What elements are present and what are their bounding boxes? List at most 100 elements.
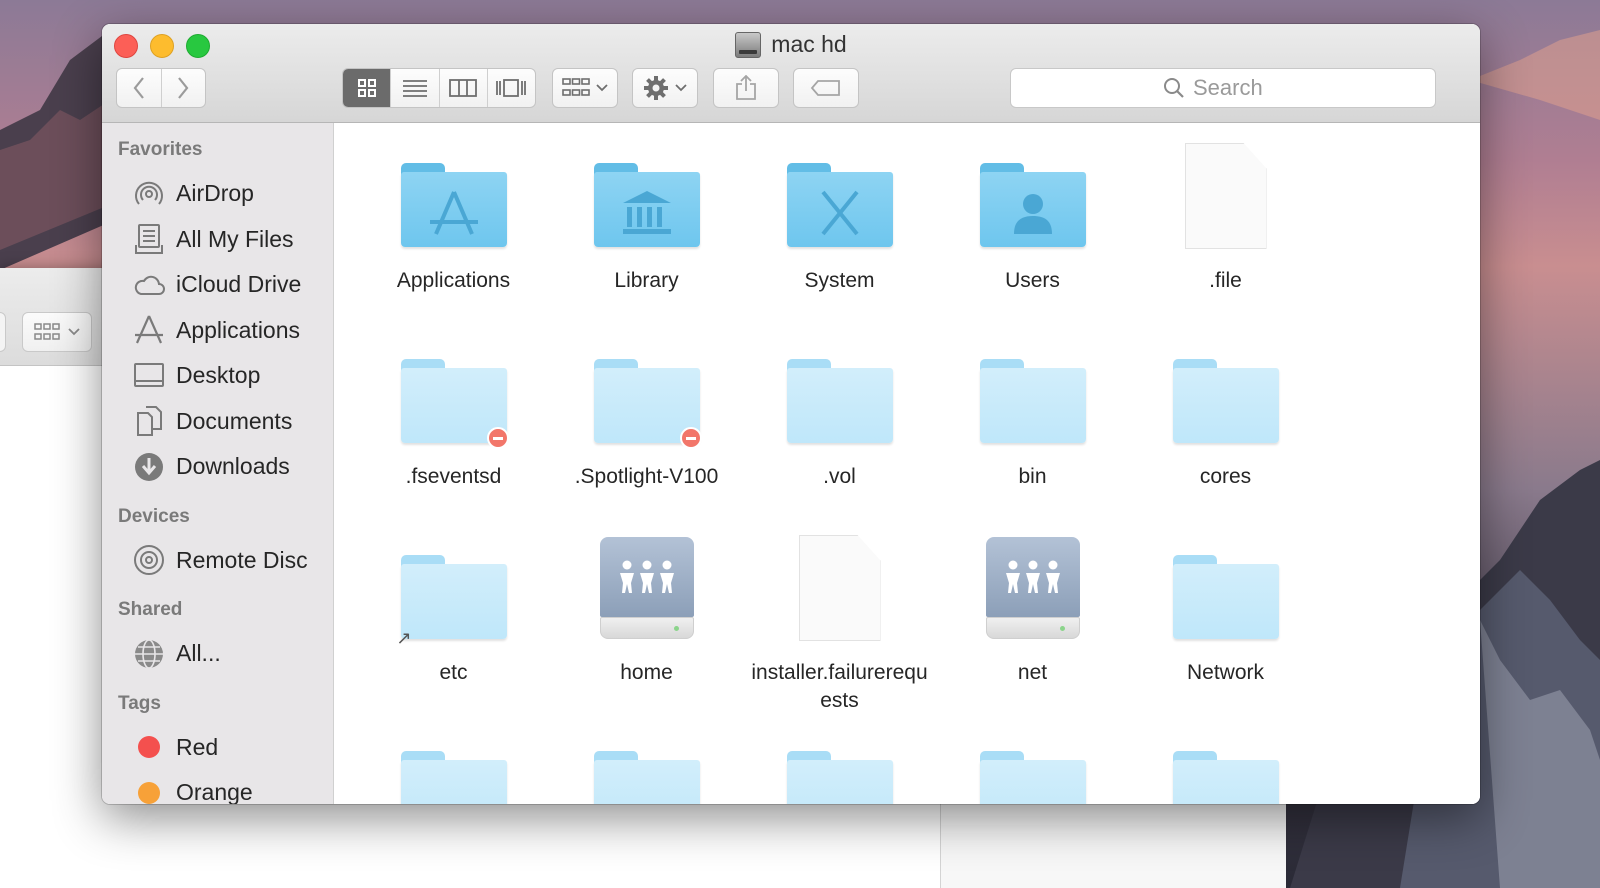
sidebar-item-applications[interactable]: Applications xyxy=(102,308,333,354)
action-button[interactable] xyxy=(632,68,698,108)
network-globe-icon xyxy=(132,637,166,671)
cover-flow-view-button[interactable] xyxy=(486,69,535,107)
file-browser-content: Applications Library System Users .file … xyxy=(335,123,1480,804)
file-item-bin[interactable]: bin xyxy=(936,333,1129,529)
sidebar-item-tag-red[interactable]: Red xyxy=(102,725,333,771)
file-item-installer-failurerequests[interactable]: installer.failurerequests xyxy=(743,529,936,725)
file-item-file[interactable]: .file xyxy=(1129,137,1322,333)
sidebar-item-label: Red xyxy=(176,733,219,760)
file-item-system[interactable]: System xyxy=(743,137,936,333)
sidebar-item-tag-orange[interactable]: Orange xyxy=(102,770,333,804)
sidebar-item-icloud-drive[interactable]: iCloud Drive xyxy=(102,262,333,308)
sidebar-item-downloads[interactable]: Downloads xyxy=(102,444,333,490)
file-item-partial[interactable] xyxy=(357,725,550,804)
view-mode-segmented-control xyxy=(342,68,536,108)
search-input[interactable] xyxy=(1193,75,1283,101)
file-item-spotlight[interactable]: .Spotlight-V100 xyxy=(550,333,743,529)
folder-icon xyxy=(587,333,707,449)
sidebar-item-airdrop[interactable]: AirDrop xyxy=(102,171,333,217)
folder-icon xyxy=(1166,333,1286,445)
file-item-users[interactable]: Users xyxy=(936,137,1129,333)
sidebar-item-documents[interactable]: Documents xyxy=(102,399,333,445)
file-item-partial[interactable] xyxy=(1129,725,1322,804)
no-access-badge-icon xyxy=(486,427,509,449)
search-field[interactable] xyxy=(1010,68,1436,108)
navigation-buttons xyxy=(116,68,206,108)
folder-icon xyxy=(780,725,900,804)
file-name: bin xyxy=(1018,465,1047,488)
list-view-button[interactable] xyxy=(390,69,438,107)
server-icon xyxy=(587,529,707,641)
sidebar-item-remote-disc[interactable]: Remote Disc xyxy=(102,538,333,584)
back-button[interactable] xyxy=(117,69,161,107)
disc-icon xyxy=(132,543,166,577)
no-access-badge-icon xyxy=(679,427,702,449)
file-item-applications[interactable]: Applications xyxy=(357,137,550,333)
chevron-left-icon xyxy=(133,77,144,99)
hard-disk-icon xyxy=(735,31,762,58)
file-item-cores[interactable]: cores xyxy=(1129,333,1322,529)
people-icon xyxy=(619,560,674,593)
arrange-grid-icon xyxy=(562,78,590,96)
sidebar-item-label: All... xyxy=(176,640,221,667)
sidebar-item-shared-all[interactable]: All... xyxy=(102,631,333,677)
share-button[interactable] xyxy=(713,68,779,108)
sidebar-item-label: Applications xyxy=(176,316,301,343)
icon-view-button[interactable] xyxy=(343,69,391,107)
chevron-right-icon xyxy=(178,77,189,99)
library-columns-icon xyxy=(594,185,700,241)
background-arrange-button[interactable] xyxy=(22,312,92,352)
file-name: cores xyxy=(1199,465,1252,488)
sidebar-item-label: Desktop xyxy=(176,362,261,389)
sidebar-item-label: Documents xyxy=(176,407,293,434)
folder-icon xyxy=(394,333,514,449)
file-name: home xyxy=(620,661,673,684)
file-name: System xyxy=(804,269,875,292)
sidebar-item-label: iCloud Drive xyxy=(176,271,302,298)
sidebar-item-desktop[interactable]: Desktop xyxy=(102,353,333,399)
folder-icon xyxy=(587,137,707,249)
column-view-button[interactable] xyxy=(438,69,487,107)
server-icon xyxy=(973,529,1093,641)
folder-icon xyxy=(973,137,1093,249)
folder-icon xyxy=(973,333,1093,445)
search-icon xyxy=(1164,78,1184,98)
background-window-button[interactable] xyxy=(0,312,6,352)
file-name: Network xyxy=(1186,661,1265,684)
file-item-partial[interactable] xyxy=(743,725,936,804)
file-item-partial[interactable] xyxy=(936,725,1129,804)
tag-button[interactable] xyxy=(793,68,859,108)
file-name: .file xyxy=(1209,269,1242,292)
chevron-down-icon xyxy=(675,84,687,92)
documents-icon xyxy=(132,404,166,438)
downloads-icon xyxy=(132,450,166,484)
folder-icon xyxy=(1166,529,1286,641)
sidebar-item-all-my-files[interactable]: All My Files xyxy=(102,217,333,263)
window-title: mac hd xyxy=(102,31,1480,58)
file-item-network[interactable]: Network xyxy=(1129,529,1322,725)
alias-arrow-icon: ↗ xyxy=(396,628,412,648)
folder-icon xyxy=(1166,725,1286,804)
file-item-partial[interactable] xyxy=(550,725,743,804)
file-item-net[interactable]: net xyxy=(936,529,1129,725)
people-icon xyxy=(1005,560,1060,593)
share-icon xyxy=(736,75,756,100)
forward-button[interactable] xyxy=(160,69,206,107)
background-window-secondary xyxy=(940,800,1286,888)
airdrop-icon xyxy=(132,177,166,211)
file-item-vol[interactable]: .vol xyxy=(743,333,936,529)
title-bar: mac hd xyxy=(102,24,1480,123)
chevron-down-icon xyxy=(68,328,80,336)
arrange-button[interactable] xyxy=(552,68,618,108)
file-item-library[interactable]: Library xyxy=(550,137,743,333)
document-icon xyxy=(1166,137,1286,249)
file-item-etc[interactable]: ↗ etc xyxy=(357,529,550,725)
file-name: .fseventsd xyxy=(405,465,502,488)
column-view-icon xyxy=(449,79,478,97)
folder-icon xyxy=(394,725,514,804)
file-item-home[interactable]: home xyxy=(550,529,743,725)
file-item-fseventsd[interactable]: .fseventsd xyxy=(357,333,550,529)
folder-icon xyxy=(780,333,900,445)
document-icon xyxy=(780,529,900,641)
sidebar-item-label: Orange xyxy=(176,779,253,804)
